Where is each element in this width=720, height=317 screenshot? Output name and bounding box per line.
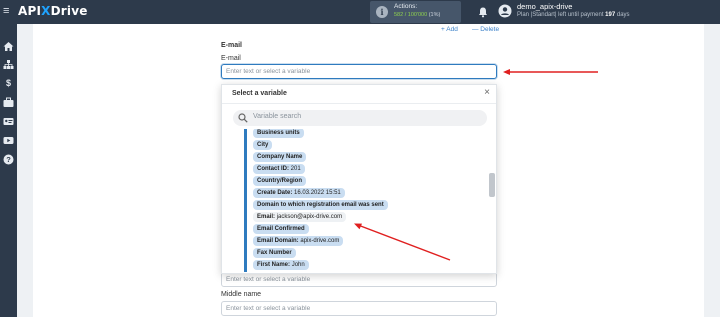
variable-value: apix-drive.com xyxy=(300,238,340,244)
variable-name: Email Confirmed xyxy=(257,226,305,232)
variable-name: Domain to which registration email was s… xyxy=(257,202,384,208)
plan-days: 197 xyxy=(605,12,616,18)
apix-drive-logo[interactable]: APIXDrive xyxy=(18,4,88,18)
variable-item[interactable]: Business units xyxy=(253,129,304,138)
logo-api: API xyxy=(18,4,42,18)
dollar-icon[interactable]: $ xyxy=(3,78,14,89)
sidebar: $ ? xyxy=(0,24,17,317)
variable-value: 201 xyxy=(290,166,301,172)
id-card-icon[interactable] xyxy=(3,116,14,127)
variable-value: jackson@apix-drive.com xyxy=(276,214,343,220)
middle-name-input[interactable]: Enter text or select a variable xyxy=(221,301,497,316)
home-icon[interactable] xyxy=(3,41,14,52)
middle-name-label: Middle name xyxy=(221,291,262,298)
search-placeholder: Variable search xyxy=(253,113,302,120)
email-label: E-mail xyxy=(221,55,241,62)
dropdown-divider xyxy=(222,103,496,104)
actions-used: 582 xyxy=(394,12,404,18)
variable-name: City xyxy=(257,142,269,148)
scrollbar-thumb[interactable] xyxy=(489,173,495,197)
variable-item[interactable]: Country/Region xyxy=(253,176,306,186)
variable-name: Contact ID: xyxy=(257,166,289,172)
info-icon: i xyxy=(376,6,388,18)
sitemap-icon[interactable] xyxy=(3,59,14,70)
help-icon[interactable]: ? xyxy=(3,154,14,165)
search-icon xyxy=(238,113,248,123)
add-button[interactable]: + Add xyxy=(441,26,458,33)
close-icon[interactable]: × xyxy=(482,87,492,99)
actions-percent: (1%) xyxy=(428,12,441,18)
variable-name: Fax Number xyxy=(257,250,292,256)
delete-button[interactable]: — Delete xyxy=(472,26,499,33)
variable-name: Create Date: xyxy=(257,190,293,196)
actions-label: Actions: xyxy=(394,3,418,10)
svg-text:?: ? xyxy=(6,155,11,164)
email-input[interactable]: Enter text or select a variable xyxy=(221,64,497,79)
variable-item[interactable]: Create Date: 16.03.2022 15:51 xyxy=(253,188,345,198)
top-bar: ≡ APIXDrive i Actions: 582 / 100'000 (1%… xyxy=(0,0,720,24)
plan-info: Plan |Standart| left until payment 197 d… xyxy=(517,12,630,18)
variable-item[interactable]: Fax Number xyxy=(253,248,296,258)
dropdown-scrollbar[interactable] xyxy=(488,133,495,271)
video-icon[interactable] xyxy=(3,135,14,146)
field-input[interactable]: Enter text or select a variable xyxy=(221,272,497,287)
variable-item[interactable]: Domain to which registration email was s… xyxy=(253,200,388,210)
variable-search-input[interactable]: Variable search xyxy=(233,110,487,126)
variable-item[interactable]: Contact ID: 201 xyxy=(253,164,305,174)
section-title: E-mail xyxy=(221,42,243,49)
variable-item[interactable]: First Name: John xyxy=(253,260,309,270)
actions-total: / 100'000 xyxy=(404,12,428,18)
plan-suffix: days xyxy=(616,12,630,18)
user-avatar-icon[interactable] xyxy=(498,4,512,18)
variable-group-bar xyxy=(244,129,247,272)
actions-count: 582 / 100'000 (1%) xyxy=(394,12,440,18)
plan-prefix: Plan |Standart| left until payment xyxy=(517,12,604,18)
variable-item[interactable]: Email: jackson@apix-drive.com xyxy=(253,212,347,222)
variable-item[interactable]: Email Domain: apix-drive.com xyxy=(253,236,344,246)
briefcase-icon[interactable] xyxy=(3,97,14,108)
variable-dropdown: Select a variable × Variable search Busi… xyxy=(221,84,497,274)
hamburger-menu-icon[interactable]: ≡ xyxy=(3,4,9,18)
variable-value: John xyxy=(291,262,305,268)
variable-name: Email Domain: xyxy=(257,238,299,244)
username[interactable]: demo_apix-drive xyxy=(517,2,572,11)
variable-item[interactable]: City xyxy=(253,140,273,150)
logo-drive: Drive xyxy=(50,4,88,18)
dropdown-title: Select a variable xyxy=(232,90,287,97)
bell-icon[interactable] xyxy=(477,6,489,18)
variable-name: Company Name xyxy=(257,154,303,160)
variable-name: Email: xyxy=(257,214,276,220)
variable-item[interactable]: Company Name xyxy=(253,152,307,162)
variable-name: First Name: xyxy=(257,262,291,268)
actions-counter: i Actions: 582 / 100'000 (1%) xyxy=(370,1,461,23)
logo-x: X xyxy=(41,4,51,18)
variable-list: Business units City Company Name Contact ID… xyxy=(244,129,484,272)
variable-item[interactable]: Email Confirmed xyxy=(253,224,309,234)
variable-name: Business units xyxy=(257,130,300,136)
variable-name: Country/Region xyxy=(257,178,302,184)
variable-value: 16.03.2022 15:51 xyxy=(294,190,341,196)
